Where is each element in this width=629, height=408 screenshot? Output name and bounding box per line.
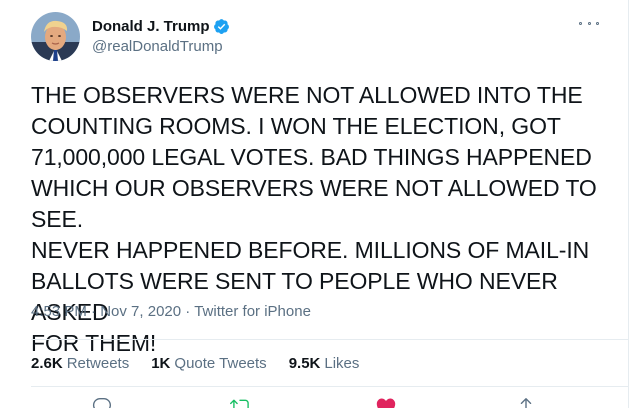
tweet-date[interactable]: Nov 7, 2020 — [100, 303, 181, 320]
name-row: Donald J. Trump — [92, 16, 230, 36]
tweet-source[interactable]: Twitter for iPhone — [194, 303, 311, 320]
likes-label: Likes — [324, 355, 360, 372]
tweet-stats: 2.6K Retweets 1K Quote Tweets 9.5K Likes — [31, 355, 381, 372]
retweet-icon[interactable] — [230, 396, 252, 408]
quote-tweets-count: 1K — [151, 355, 171, 372]
likes-stat[interactable]: 9.5K Likes — [289, 355, 360, 372]
divider — [31, 339, 629, 340]
tweet-card: Donald J. Trump @realDonaldTrump THE OBS… — [0, 0, 629, 408]
more-options-icon[interactable] — [579, 16, 599, 30]
display-name[interactable]: Donald J. Trump — [92, 18, 210, 35]
retweets-stat[interactable]: 2.6K Retweets — [31, 355, 129, 372]
more-dot — [596, 21, 599, 25]
share-icon[interactable] — [515, 396, 537, 408]
avatar[interactable] — [31, 12, 80, 61]
heart-icon[interactable] — [375, 396, 397, 408]
retweets-count: 2.6K — [31, 355, 63, 372]
meta-separator: · — [185, 303, 195, 320]
retweets-label: Retweets — [66, 355, 130, 372]
user-handle[interactable]: @realDonaldTrump — [92, 38, 223, 55]
more-dot — [587, 21, 591, 25]
tweet-meta: 4:53 PM · Nov 7, 2020 · Twitter for iPho… — [31, 303, 311, 320]
quote-tweets-stat[interactable]: 1K Quote Tweets — [151, 355, 266, 372]
more-dot — [579, 21, 582, 25]
tweet-time[interactable]: 4:53 PM — [31, 303, 87, 320]
meta-separator: · — [91, 303, 101, 320]
verified-badge-icon — [213, 18, 230, 35]
divider — [31, 386, 629, 387]
likes-count: 9.5K — [288, 355, 321, 372]
reply-icon[interactable] — [91, 396, 113, 408]
quote-tweets-label: Quote Tweets — [174, 355, 267, 372]
tweet-actions — [31, 396, 616, 408]
